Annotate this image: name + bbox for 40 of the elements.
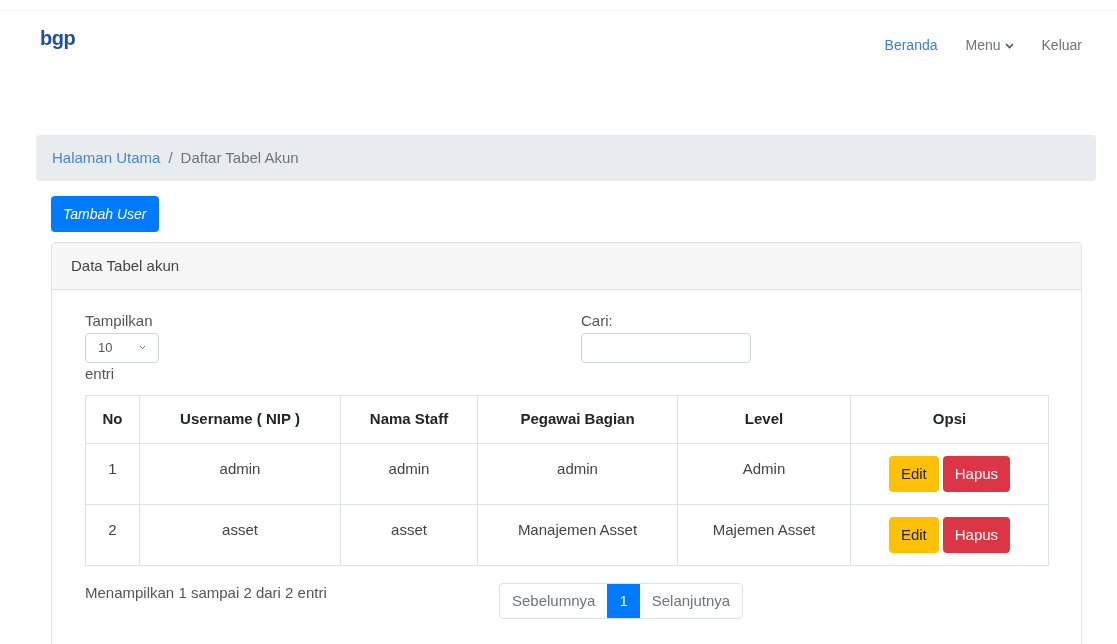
table-cell: 2 — [85, 504, 140, 566]
table-cell: admin — [139, 443, 341, 505]
table-cell: asset — [340, 504, 478, 566]
chevron-icon — [139, 345, 146, 350]
table-cell: admin — [340, 443, 478, 505]
logo[interactable]: bgp — [40, 28, 76, 48]
column-header: Pegawai Bagian — [477, 395, 678, 444]
column-header: Opsi — [850, 395, 1049, 444]
search-field[interactable] — [581, 332, 751, 363]
delete-button[interactable]: Hapus — [942, 456, 1011, 492]
length-label: Tampilkan — [85, 311, 154, 331]
add-user-button[interactable]: Tambah User — [51, 196, 159, 232]
page-button[interactable]: Sebelumnya — [500, 584, 608, 618]
table-cell: 1 — [85, 443, 140, 505]
card-title: Data Tabel akun — [71, 255, 180, 276]
nav-link[interactable]: Beranda — [884, 35, 938, 56]
table-cell: admin — [477, 443, 678, 505]
length-label: entri — [85, 363, 116, 384]
table-cell: asset — [139, 504, 341, 566]
edit-button[interactable]: Edit — [888, 517, 939, 553]
breadcrumb-separator: / — [168, 147, 173, 168]
nav-link[interactable]: Keluar — [1041, 35, 1082, 56]
column-header: Username ( NIP ) — [139, 395, 341, 444]
breadcrumb-item[interactable]: Halaman Utama — [52, 146, 161, 170]
table-cell: Admin — [677, 443, 851, 505]
table-cell: Manajemen Asset — [477, 504, 678, 566]
nav-link[interactable]: Menu — [965, 35, 1014, 56]
search-label: Cari: — [581, 311, 614, 331]
table-cell: Majemen Asset — [677, 504, 851, 566]
caret-icon — [1004, 42, 1014, 49]
length-select[interactable]: 10 — [85, 332, 159, 363]
column-header: No — [85, 395, 140, 444]
breadcrumb-item: Daftar Tabel Akun — [180, 147, 299, 168]
page-button[interactable]: Selanjutnya — [639, 584, 743, 618]
edit-button[interactable]: Edit — [888, 456, 939, 492]
delete-button[interactable]: Hapus — [942, 517, 1011, 553]
column-header: Level — [677, 395, 851, 444]
page-button[interactable]: 1 — [607, 584, 640, 618]
table-info: Menampilkan 1 sampai 2 dari 2 entri — [85, 583, 328, 603]
column-header: Nama Staff — [340, 395, 478, 444]
